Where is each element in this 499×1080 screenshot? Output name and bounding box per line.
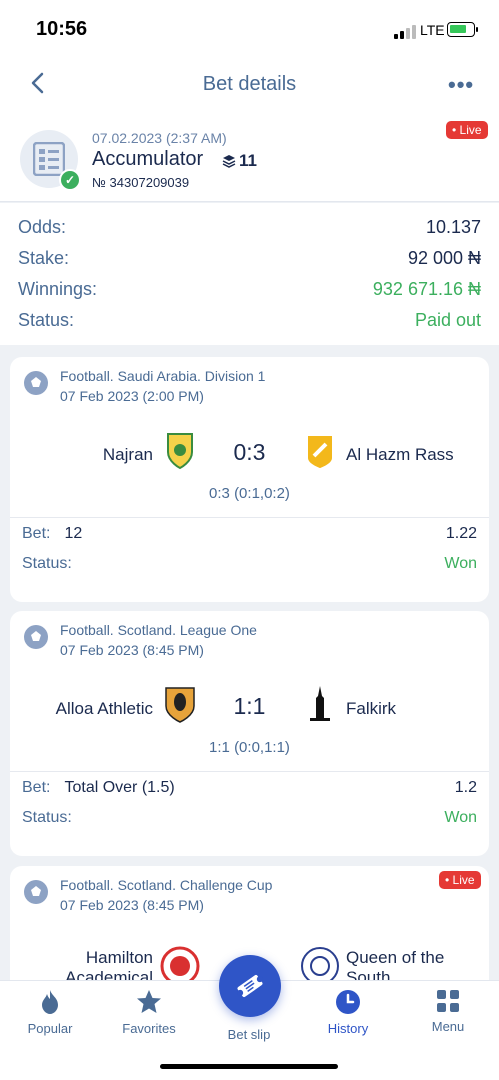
tab-label: History [327, 1021, 369, 1036]
tab-label: Favorites [122, 1021, 176, 1036]
page-title: Bet details [202, 73, 297, 95]
bet-summary-header: ✓ 07.02.2023 (2:37 AM) Accumulator 11 № … [0, 110, 499, 202]
bet-value: Total Over (1.5) [64, 779, 175, 796]
bet-type: Accumulator [92, 148, 204, 170]
status-label: Status: [22, 555, 72, 572]
battery-icon [447, 22, 478, 37]
live-badge: Live [446, 121, 488, 139]
match-date: 07 Feb 2023 (8:45 PM) [60, 642, 204, 658]
league-name: Football. Scotland. Challenge Cup [60, 877, 273, 893]
home-team-logo [160, 946, 200, 980]
star-icon [137, 990, 161, 1013]
clock-icon [336, 990, 360, 1014]
bet-odd: 1.2 [454, 779, 477, 796]
status-row: Status: Won [22, 809, 477, 827]
bet-odd: 1.22 [445, 525, 477, 542]
live-badge: Live [439, 871, 481, 889]
league-name: Football. Scotland. League One [60, 622, 257, 638]
winnings-row: Winnings: 932 671.16 ₦ [18, 279, 481, 300]
bet-date: 07.02.2023 (2:37 AM) [92, 130, 227, 146]
event-status: Won [444, 555, 477, 572]
match-date: 07 Feb 2023 (2:00 PM) [60, 388, 204, 404]
bet-number: № 34307209039 [92, 175, 190, 190]
bet-details: Odds: 10.137 Stake: 92 000 ₦ Winnings: 9… [0, 203, 499, 345]
score-detail: 1:1 (0:0,1:1) [209, 739, 290, 756]
event-card[interactable]: Football. Saudi Arabia. Division 1 07 Fe… [10, 357, 489, 602]
stake-label: Stake: [18, 248, 70, 268]
tab-bet-slip[interactable]: Bet slip [209, 1021, 289, 1042]
football-icon [24, 625, 48, 649]
status-row: Status: Paid out [18, 310, 481, 331]
odds-label: Odds: [18, 217, 67, 237]
event-status: Won [444, 809, 477, 826]
home-team: Hamilton Academical [65, 948, 153, 980]
away-team-logo [310, 686, 330, 721]
away-team: Falkirk [346, 699, 397, 718]
bet-label: Bet: [22, 525, 51, 542]
home-indicator [160, 1064, 338, 1069]
status-label: Status: [22, 809, 72, 826]
more-options-icon[interactable]: ••• [448, 72, 474, 98]
football-icon [24, 371, 48, 395]
divider [10, 517, 489, 518]
bet-value: 12 [64, 525, 83, 542]
bet-label: Bet: [22, 779, 51, 796]
tab-favorites[interactable]: Favorites [109, 989, 189, 1036]
status-value: Paid out [414, 310, 481, 330]
match-date: 07 Feb 2023 (8:45 PM) [60, 897, 204, 913]
tab-label: Bet slip [227, 1027, 271, 1042]
layers-icon [222, 155, 236, 168]
divider [10, 771, 489, 772]
selections-count: 11 [222, 151, 257, 171]
score-detail: 0:3 (0:1,0:2) [209, 485, 290, 502]
bet-slip-button[interactable] [219, 955, 281, 1017]
away-team-logo [308, 436, 332, 468]
signal-icon [394, 25, 416, 39]
grid-icon [437, 990, 459, 1012]
winnings-value: 932 671.16 ₦ [372, 279, 481, 299]
status-row: Status: Won [22, 555, 477, 573]
football-icon [24, 880, 48, 904]
winnings-label: Winnings: [18, 279, 98, 299]
stake-value: 92 000 ₦ [407, 248, 481, 268]
status-bar: 10:56 LTE [0, 0, 499, 60]
match-score: 1:1 [233, 693, 266, 719]
tab-menu[interactable]: Menu [408, 989, 488, 1034]
status-label: Status: [18, 310, 75, 330]
paid-check-icon: ✓ [59, 169, 81, 191]
stake-row: Stake: 92 000 ₦ [18, 248, 481, 269]
tab-label: Popular [27, 1021, 73, 1036]
bet-row: Bet: Total Over (1.5) 1.2 [22, 779, 477, 797]
clock-time: 10:56 [36, 18, 88, 40]
selections-count-value: 11 [239, 151, 257, 170]
flame-icon [42, 990, 58, 1014]
away-team: Al Hazm Rass [346, 445, 454, 464]
away-team-logo [301, 947, 339, 980]
odds-row: Odds: 10.137 [18, 217, 481, 238]
tab-label: Menu [431, 1019, 465, 1034]
tab-history[interactable]: History [308, 989, 388, 1036]
bet-row: Bet: 12 1.22 [22, 525, 477, 543]
league-name: Football. Saudi Arabia. Division 1 [60, 368, 266, 384]
event-card[interactable]: Football. Scotland. League One 07 Feb 20… [10, 611, 489, 856]
odds-value: 10.137 [425, 217, 481, 237]
network-type: LTE [420, 22, 445, 38]
nav-bar: Bet details ••• [0, 60, 499, 110]
tab-popular[interactable]: Popular [10, 989, 90, 1036]
away-team: Queen of the South [346, 948, 445, 980]
ticket-icon [237, 974, 263, 998]
